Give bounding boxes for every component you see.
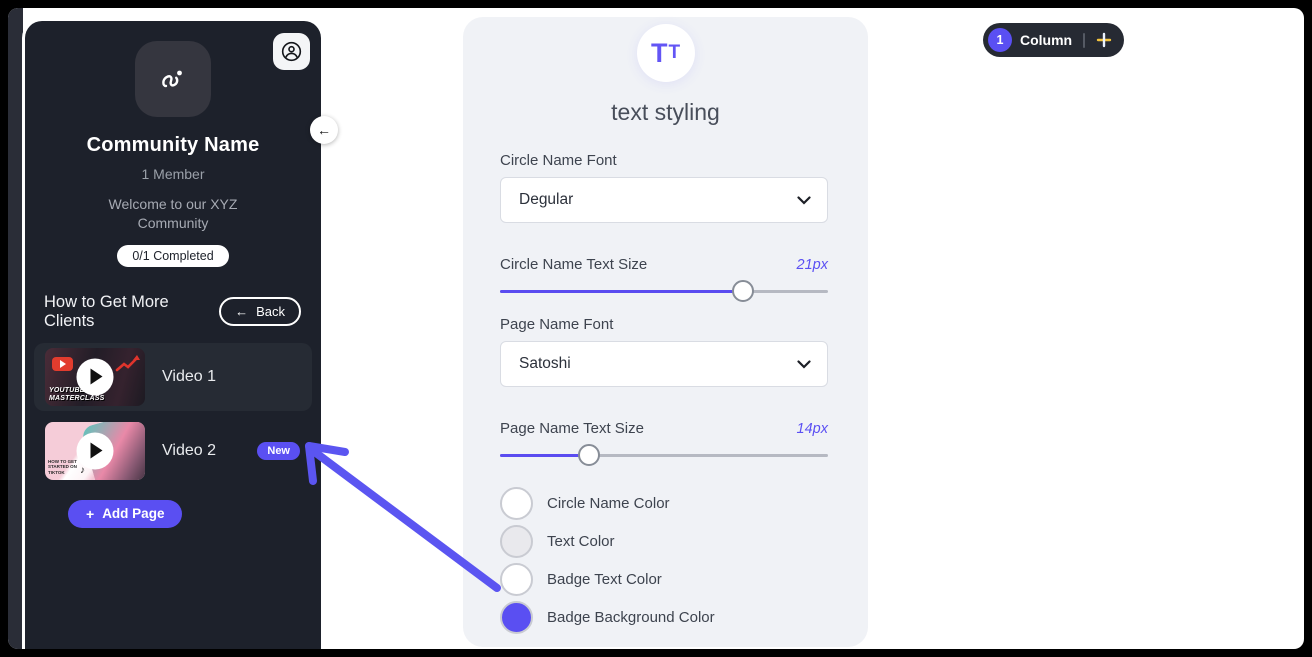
youtube-logo-icon bbox=[52, 357, 73, 371]
video-row-2[interactable]: HOW TO GET STARTED ON TIKTOK ♪ Video 2 N… bbox=[34, 417, 312, 485]
section-title: How to Get More Clients bbox=[44, 293, 219, 331]
chevron-down-icon bbox=[797, 196, 811, 205]
welcome-text: Welcome to our XYZ Community bbox=[25, 195, 321, 234]
slider-thumb[interactable] bbox=[578, 444, 600, 466]
play-button[interactable] bbox=[77, 432, 114, 469]
window-frame: ← Community Name 1 Member Welcome to our… bbox=[0, 0, 1312, 657]
arrow-left-icon: ← bbox=[317, 122, 331, 138]
chevron-down-icon bbox=[797, 360, 811, 369]
page-name-size-label: Page Name Text Size bbox=[500, 420, 644, 437]
video-list: YOUTUBE MASTERCLASS Video 1 HOW TO GET S… bbox=[25, 343, 321, 485]
arrow-left-icon: ← bbox=[235, 304, 248, 319]
swatch-row-badge-text-color[interactable]: Badge Text Color bbox=[500, 560, 828, 598]
video-row-1[interactable]: YOUTUBE MASTERCLASS Video 1 bbox=[34, 343, 312, 411]
swatch-row-badge-background-color[interactable]: Badge Background Color bbox=[500, 598, 828, 636]
video-title: Video 2 bbox=[162, 442, 216, 460]
community-logo[interactable] bbox=[135, 41, 211, 117]
circle-name-size-slider[interactable] bbox=[500, 280, 828, 302]
page-name-size-value: 14px bbox=[797, 421, 828, 437]
completed-badge: 0/1 Completed bbox=[117, 245, 228, 267]
text-styling-icon: T T bbox=[637, 24, 695, 82]
swatch-row-text-color[interactable]: Text Color bbox=[500, 522, 828, 560]
play-button[interactable] bbox=[77, 358, 114, 395]
new-badge: New bbox=[257, 442, 300, 460]
swatch-row-circle-name-color[interactable]: Circle Name Color bbox=[500, 484, 828, 522]
video-2-thumb-caption: HOW TO GET STARTED ON TIKTOK bbox=[48, 459, 80, 476]
column-count-badge[interactable]: 1 bbox=[988, 28, 1012, 52]
user-circle-icon bbox=[280, 40, 303, 63]
divider bbox=[1083, 33, 1085, 48]
collapse-sidebar-button[interactable]: ← bbox=[310, 116, 338, 144]
circle-name-font-label: Circle Name Font bbox=[500, 152, 828, 169]
slider-thumb[interactable] bbox=[732, 280, 754, 302]
page-name-font-select[interactable]: Satoshi bbox=[500, 341, 828, 387]
column-toolbar[interactable]: 1 Column bbox=[983, 23, 1124, 57]
video-1-thumbnail: YOUTUBE MASTERCLASS bbox=[45, 348, 145, 406]
color-swatch[interactable] bbox=[500, 563, 533, 596]
add-page-button[interactable]: + Add Page bbox=[68, 500, 182, 528]
left-panel-edge bbox=[8, 8, 23, 649]
color-swatch[interactable] bbox=[500, 525, 533, 558]
profile-button[interactable] bbox=[273, 33, 310, 70]
column-label: Column bbox=[1020, 32, 1072, 48]
circle-name-size-label: Circle Name Text Size bbox=[500, 256, 647, 273]
video-title: Video 1 bbox=[162, 368, 216, 386]
color-swatch[interactable] bbox=[500, 601, 533, 634]
community-preview-card: ← Community Name 1 Member Welcome to our… bbox=[22, 18, 324, 649]
page-name-size-slider[interactable] bbox=[500, 444, 828, 466]
back-button[interactable]: ← Back bbox=[219, 297, 301, 326]
scribble-logo-icon bbox=[156, 62, 190, 96]
circle-name-font-select[interactable]: Degular bbox=[500, 177, 828, 223]
circle-name-size-value: 21px bbox=[797, 257, 828, 273]
add-column-button[interactable] bbox=[1096, 32, 1112, 48]
member-count: 1 Member bbox=[25, 166, 321, 182]
video-2-thumbnail: HOW TO GET STARTED ON TIKTOK ♪ bbox=[45, 422, 145, 480]
page-name-font-label: Page Name Font bbox=[500, 316, 828, 333]
plus-icon: + bbox=[86, 506, 94, 522]
color-swatch-list: Circle Name Color Text Color Badge Text … bbox=[500, 484, 828, 636]
panel-title: text styling bbox=[463, 99, 868, 126]
app-page: ← Community Name 1 Member Welcome to our… bbox=[8, 8, 1304, 649]
community-name: Community Name bbox=[25, 134, 321, 157]
color-swatch[interactable] bbox=[500, 487, 533, 520]
text-styling-panel: T T text styling Circle Name Font Degula… bbox=[463, 17, 868, 647]
